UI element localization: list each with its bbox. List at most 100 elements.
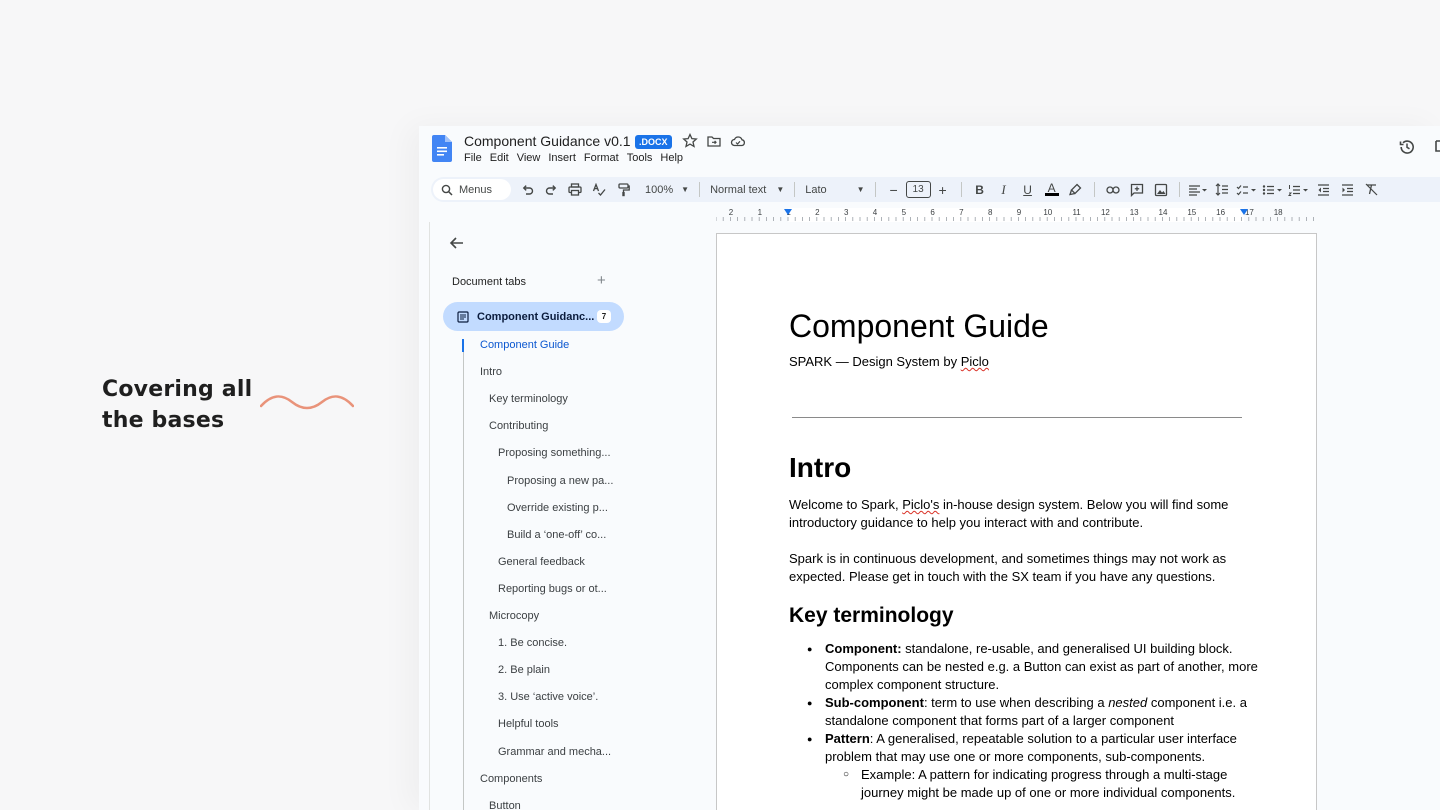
link-icon: [1105, 185, 1120, 194]
decrease-font-size-button[interactable]: −: [884, 179, 904, 200]
spellcheck-button[interactable]: [589, 179, 609, 200]
version-history-icon[interactable]: [1398, 138, 1416, 156]
decrease-indent-icon: [1318, 183, 1330, 196]
intro-paragraph-2: Spark is in continuous development, and …: [789, 551, 1227, 584]
menu-insert[interactable]: Insert: [548, 152, 576, 164]
outline-item[interactable]: Proposing a new pa...: [507, 475, 613, 487]
checklist-button[interactable]: [1236, 179, 1258, 200]
document-heading-title: Component Guide: [789, 308, 1049, 344]
add-tab-button[interactable]: +: [597, 272, 606, 289]
font-size-input[interactable]: 13: [905, 181, 931, 198]
outline-item[interactable]: Components: [480, 773, 542, 785]
toolbar-divider: [699, 182, 701, 197]
toolbar-divider: [1093, 182, 1095, 197]
toolbar-divider: [794, 182, 796, 197]
menu-help[interactable]: Help: [660, 152, 683, 164]
heading-key-terminology: Key terminology: [789, 604, 954, 627]
italic-button[interactable]: I: [994, 179, 1014, 200]
font-dropdown[interactable]: Lato ▼: [801, 184, 868, 196]
menu-view[interactable]: View: [517, 152, 541, 164]
caret-down-icon: ▼: [681, 185, 690, 194]
numbered-list-icon: [1287, 184, 1308, 196]
outline-item[interactable]: Microcopy: [489, 610, 539, 622]
outline-item[interactable]: 3. Use ‘active voice’.: [498, 691, 598, 703]
redo-button[interactable]: [541, 179, 561, 200]
tab-count-badge: 7: [597, 310, 611, 323]
back-arrow-icon[interactable]: [448, 234, 466, 252]
text-color-button[interactable]: A: [1042, 179, 1062, 200]
decrease-indent-button[interactable]: [1314, 179, 1334, 200]
term-text: : term to use when describing a: [923, 695, 1109, 710]
checklist-icon: [1236, 184, 1256, 195]
outline-item[interactable]: Override existing p...: [507, 502, 608, 514]
tab-label: Component Guidanc...: [477, 310, 595, 323]
menu-file[interactable]: File: [464, 152, 482, 164]
docs-logo-icon[interactable]: [432, 135, 452, 162]
outline-item[interactable]: Intro: [480, 366, 502, 378]
outline-item[interactable]: Component Guide: [480, 339, 569, 351]
underline-button[interactable]: U: [1018, 179, 1038, 200]
outline-item[interactable]: Proposing something...: [498, 447, 611, 459]
outline-item[interactable]: Contributing: [489, 420, 548, 432]
increase-indent-button[interactable]: [1338, 179, 1358, 200]
bulleted-list-button[interactable]: [1262, 179, 1284, 200]
toolbar: Menus 100% ▼ Normal text ▼ Lato ▼ − 13 + B …: [431, 177, 1440, 202]
term-text: : A generalised, repeatable solution to …: [825, 731, 1237, 764]
text-color-swatch: [1044, 193, 1059, 196]
menus-search[interactable]: Menus: [433, 179, 511, 200]
style-dropdown[interactable]: Normal text ▼: [706, 184, 788, 196]
horizontal-rule: [792, 417, 1242, 418]
move-folder-icon[interactable]: [706, 133, 722, 149]
ruler-label: 7: [959, 208, 964, 217]
outline-item[interactable]: Key terminology: [489, 393, 568, 405]
menu-format[interactable]: Format: [584, 152, 619, 164]
increase-indent-icon: [1342, 183, 1354, 196]
highlight-button[interactable]: [1066, 179, 1086, 200]
zoom-dropdown[interactable]: 100% ▼: [641, 184, 693, 196]
print-icon: [568, 183, 582, 196]
outline-item[interactable]: Button: [489, 800, 521, 810]
outline-item[interactable]: Grammar and mecha...: [498, 746, 611, 758]
comments-icon[interactable]: [1434, 138, 1440, 154]
align-left-icon: [1188, 184, 1207, 196]
ruler-label: 11: [1072, 208, 1081, 217]
print-button[interactable]: [565, 179, 585, 200]
document-title[interactable]: Component Guidance v0.1: [464, 133, 631, 149]
ruler-label: 2: [815, 208, 820, 217]
outline-item[interactable]: General feedback: [498, 556, 585, 568]
tab-component-guidance[interactable]: Component Guidanc... 7: [443, 302, 624, 331]
outline-item[interactable]: Build a ‘one-off’ co...: [507, 529, 606, 541]
redo-icon: [545, 185, 556, 195]
document-page[interactable]: Component Guide SPARK — Design System by…: [716, 233, 1317, 810]
numbered-list-button[interactable]: [1287, 179, 1310, 200]
ruler-label: 18: [1274, 208, 1283, 217]
caret-down-icon: ▼: [856, 185, 865, 194]
line-spacing-button[interactable]: [1212, 179, 1232, 200]
bold-button[interactable]: B: [970, 179, 990, 200]
outline-item[interactable]: 1. Be concise.: [498, 637, 567, 649]
insert-link-button[interactable]: [1103, 179, 1123, 200]
insert-image-button[interactable]: [1151, 179, 1171, 200]
clear-formatting-button[interactable]: [1362, 179, 1382, 200]
heading-intro: Intro: [789, 452, 852, 483]
add-comment-button[interactable]: [1127, 179, 1147, 200]
menu-edit[interactable]: Edit: [490, 152, 509, 164]
paint-format-button[interactable]: [613, 179, 633, 200]
cloud-status-icon[interactable]: [730, 133, 746, 149]
horizontal-ruler[interactable]: 21123456789101112131415161718: [716, 208, 1316, 222]
clear-formatting-icon: [1365, 183, 1378, 196]
ruler-label: 5: [902, 208, 907, 217]
undo-button[interactable]: [517, 179, 537, 200]
align-button[interactable]: [1188, 179, 1208, 200]
outline-item[interactable]: 2. Be plain: [498, 664, 550, 676]
search-icon: [441, 184, 453, 196]
ruler-label: 16: [1216, 208, 1225, 217]
menu-tools[interactable]: Tools: [627, 152, 653, 164]
increase-font-size-button[interactable]: +: [933, 179, 953, 200]
ruler-label: 13: [1130, 208, 1139, 217]
star-icon[interactable]: [682, 133, 698, 149]
outline-item[interactable]: Reporting bugs or ot...: [498, 583, 607, 595]
document-tab-icon: [457, 310, 469, 323]
outline-item[interactable]: Helpful tools: [498, 718, 559, 730]
docs-window: Component Guidance v0.1 .DOCX File Edit …: [419, 126, 1440, 810]
